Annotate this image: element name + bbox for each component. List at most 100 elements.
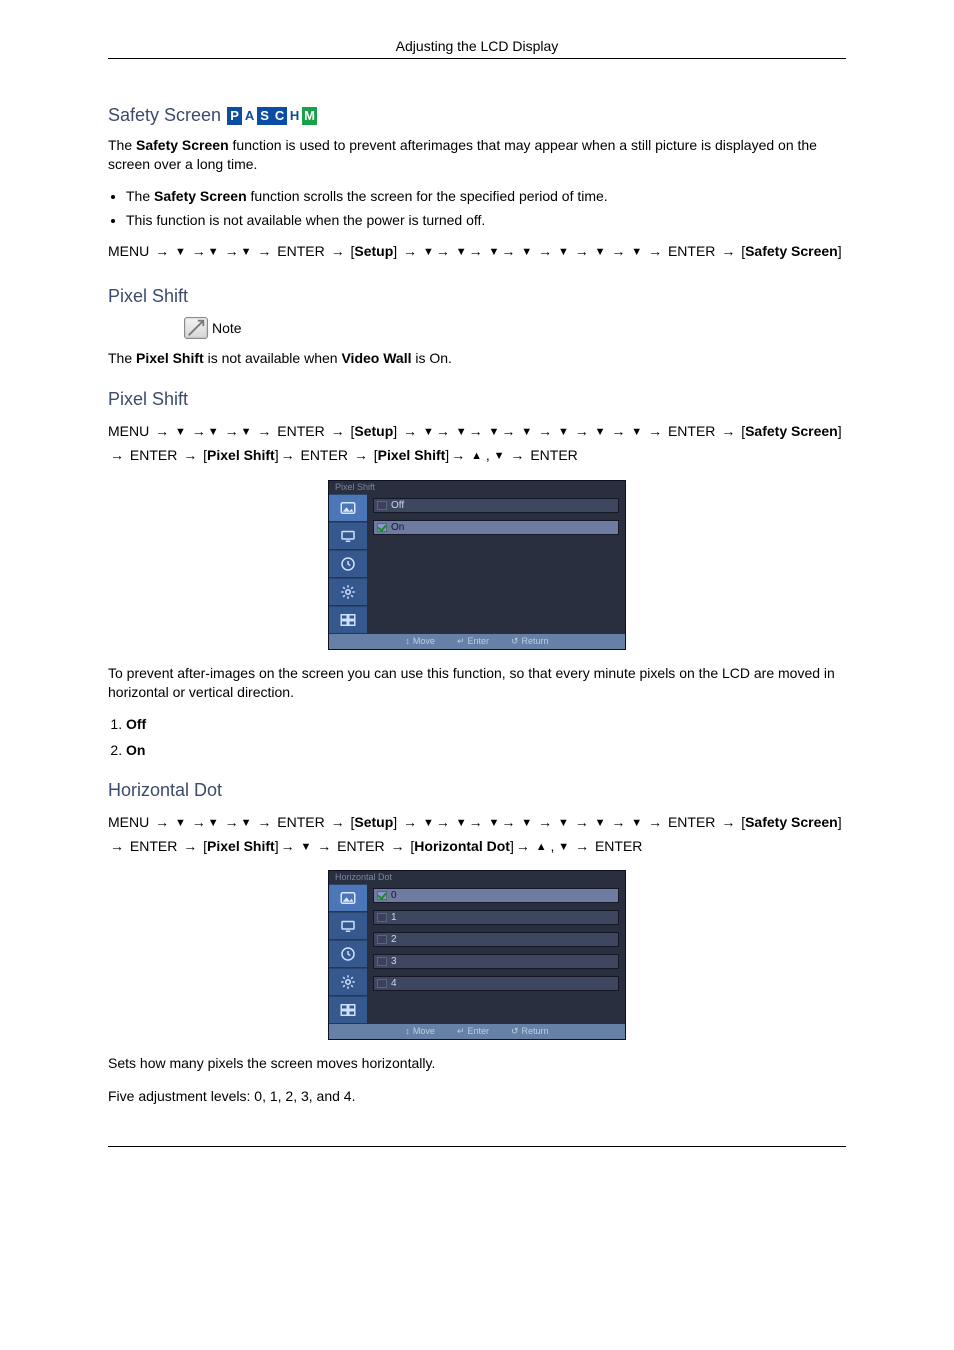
osd-pixel-shift: Pixel Shift xyxy=(207,838,275,854)
arrow-icon: → xyxy=(225,811,239,835)
down-icon: ▼ xyxy=(456,817,467,829)
key-enter: ENTER xyxy=(130,838,177,854)
osd-horizontal-dot: Horizontal Dot xyxy=(414,838,510,854)
osd-option: 3 xyxy=(373,954,619,969)
text: is On. xyxy=(411,350,451,366)
down-icon: ▼ xyxy=(489,246,500,258)
pixel-shift-options: Off On xyxy=(108,716,846,758)
paschm-tile: M xyxy=(302,107,317,125)
text: Move xyxy=(413,636,435,646)
horizontal-dot-after-2: Five adjustment levels: 0, 1, 2, 3, and … xyxy=(108,1087,846,1106)
arrow-icon: → xyxy=(183,835,197,859)
osd-safety-screen: Safety Screen xyxy=(745,814,838,830)
arrow-icon: → xyxy=(257,420,271,444)
section-pixel-shift-note-title: Pixel Shift xyxy=(108,286,846,307)
input-icon xyxy=(329,522,367,550)
arrow-icon: → xyxy=(391,835,405,859)
osd-title: Horizontal Dot xyxy=(329,871,625,884)
text: Return xyxy=(522,1026,549,1036)
key-enter: ENTER xyxy=(530,447,577,463)
arrow-icon: → xyxy=(648,420,662,444)
pixel-shift-menu-path: MENU → ▼ →▼ →▼ → ENTER → [Setup] → ▼→ ▼→… xyxy=(108,420,846,468)
down-icon: ▼ xyxy=(558,817,569,829)
key-enter: ENTER xyxy=(668,814,715,830)
note-line: Note xyxy=(184,317,846,339)
arrow-icon: → xyxy=(155,240,169,264)
osd-option: Off xyxy=(373,498,619,513)
text: Move xyxy=(413,1026,435,1036)
osd-hint-enter: ↵Enter xyxy=(457,1026,489,1037)
arrow-icon: → xyxy=(225,240,239,264)
arrow-icon: → xyxy=(721,420,735,444)
note-icon xyxy=(184,317,208,339)
checkbox-icon xyxy=(377,501,387,510)
down-icon: ▼ xyxy=(558,246,569,258)
arrow-icon: → xyxy=(110,835,124,859)
osd-option-label: 2 xyxy=(391,934,397,945)
text: Enter xyxy=(467,636,489,646)
down-icon: ▼ xyxy=(558,841,569,853)
checkbox-icon xyxy=(377,913,387,922)
osd-option-label: 1 xyxy=(391,912,397,923)
arrow-icon: → xyxy=(538,811,552,835)
down-icon: ▼ xyxy=(423,426,434,438)
arrow-icon: → xyxy=(257,240,271,264)
arrow-icon: → xyxy=(510,444,524,468)
down-icon: ▼ xyxy=(423,246,434,258)
arrow-icon: → xyxy=(648,240,662,264)
checkbox-icon xyxy=(377,979,387,988)
text-bold: Off xyxy=(126,716,146,732)
osd-option: On xyxy=(373,520,619,535)
arrow-icon: → xyxy=(192,420,206,444)
osd-options: 0 1 2 3 4 xyxy=(367,884,625,1024)
text-bold: Safety Screen xyxy=(136,137,229,153)
down-icon: ▼ xyxy=(208,426,219,438)
osd-setup: Setup xyxy=(354,814,393,830)
section-safety-screen-title: Safety Screen PASCHM xyxy=(108,105,846,126)
text-bold: Video Wall xyxy=(341,350,411,366)
osd-menu: Horizontal Dot 0 1 2 3 4 ↕Move ↵Enter ↺Retur… xyxy=(328,870,626,1040)
key-enter: ENTER xyxy=(337,838,384,854)
osd-pixel-shift-figure: Pixel Shift OffOn ↕Move ↵Enter ↺Return xyxy=(108,480,846,650)
osd-option-label: 0 xyxy=(391,890,397,901)
down-icon: ▼ xyxy=(631,246,642,258)
arrow-icon: → xyxy=(225,420,239,444)
section-horizontal-dot-title: Horizontal Dot xyxy=(108,780,846,801)
osd-option-label: 3 xyxy=(391,956,397,967)
osd-side-icons xyxy=(329,494,367,634)
arrow-icon: → xyxy=(110,444,124,468)
down-icon: ▼ xyxy=(456,426,467,438)
text: The xyxy=(108,137,136,153)
arrow-icon: → xyxy=(354,444,368,468)
down-icon: ▼ xyxy=(241,426,252,438)
page-header: Adjusting the LCD Display xyxy=(108,38,846,58)
arrow-icon: → xyxy=(538,420,552,444)
safety-screen-menu-path: MENU → ▼ →▼ →▼ → ENTER → [Setup] → ▼→ ▼→… xyxy=(108,240,846,264)
arrow-icon: → xyxy=(501,811,515,835)
down-icon: ▼ xyxy=(241,817,252,829)
horizontal-dot-after-1: Sets how many pixels the screen moves ho… xyxy=(108,1054,846,1073)
down-icon: ▼ xyxy=(208,817,219,829)
arrow-icon: → xyxy=(403,811,417,835)
down-icon: ▼ xyxy=(631,817,642,829)
time-icon xyxy=(329,940,367,968)
osd-title: Pixel Shift xyxy=(329,481,625,494)
arrow-icon: → xyxy=(436,811,450,835)
arrow-icon: → xyxy=(469,811,483,835)
arrow-icon: → xyxy=(721,240,735,264)
osd-footer: ↕Move ↵Enter ↺Return xyxy=(329,1024,625,1039)
pixel-shift-note: The Pixel Shift is not available when Vi… xyxy=(108,349,846,368)
arrow-icon: → xyxy=(538,240,552,264)
text: is not available when xyxy=(204,350,342,366)
header-rule xyxy=(108,58,846,59)
osd-option-label: 4 xyxy=(391,978,397,989)
arrow-icon: → xyxy=(501,240,515,264)
osd-hint-enter: ↵Enter xyxy=(457,636,489,647)
checkbox-icon xyxy=(377,957,387,966)
down-icon: ▼ xyxy=(521,426,532,438)
time-icon xyxy=(329,550,367,578)
text: function scrolls the screen for the spec… xyxy=(247,188,608,204)
osd-hint-move: ↕Move xyxy=(405,1026,435,1037)
arrow-icon: → xyxy=(575,835,589,859)
key-enter: ENTER xyxy=(300,447,347,463)
